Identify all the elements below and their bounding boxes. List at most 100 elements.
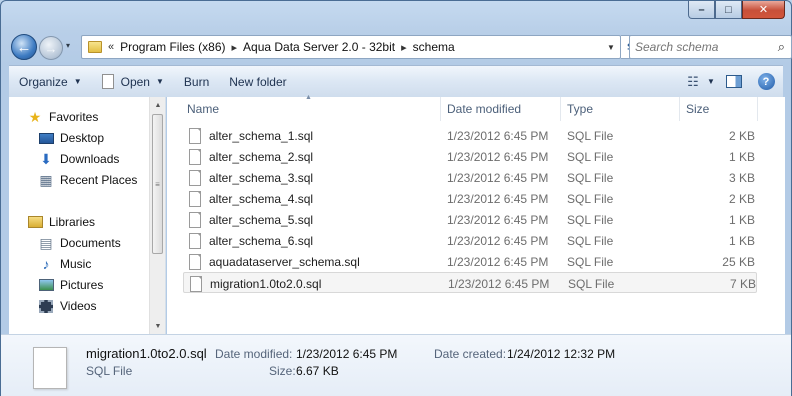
search-box[interactable]: ⌕ [629, 35, 792, 59]
forward-button[interactable]: → [39, 36, 63, 60]
file-name: migration1.0to2.0.sql [210, 276, 322, 291]
file-name: alter_schema_6.sql [209, 233, 314, 248]
file-size: 2 KB [728, 191, 755, 206]
organize-label: Organize [19, 74, 68, 89]
file-type: SQL File [568, 276, 615, 291]
pictures-icon [38, 277, 54, 293]
file-date: 1/23/2012 6:45 PM [447, 149, 549, 164]
new-folder-button[interactable]: New folder [219, 66, 296, 98]
desktop-icon [38, 130, 54, 146]
file-name-cell: alter_schema_6.sql [189, 230, 313, 251]
nav-downloads[interactable]: ⬇ Downloads [38, 149, 119, 169]
documents-icon: ▤ [39, 234, 53, 251]
breadcrumb-program-files[interactable]: Program Files (x86) [120, 40, 225, 54]
recent-places-icon: ▦ [39, 171, 53, 188]
music-icon: ♪ [42, 256, 50, 272]
help-icon[interactable]: ? [749, 66, 783, 98]
libraries-icon [27, 214, 43, 230]
file-row[interactable]: alter_schema_1.sql 1/23/2012 6:45 PM SQL F… [183, 125, 757, 146]
file-size: 1 KB [728, 149, 755, 164]
column-type[interactable]: Type [561, 97, 680, 121]
file-date: 1/23/2012 6:45 PM [447, 233, 549, 248]
nav-desktop[interactable]: Desktop [38, 128, 104, 148]
file-row[interactable]: alter_schema_4.sql 1/23/2012 6:45 PM SQL F… [183, 188, 757, 209]
file-row[interactable]: alter_schema_6.sql 1/23/2012 6:45 PM SQL F… [183, 230, 757, 251]
recent-pages-dropdown-icon[interactable]: ▾ [66, 41, 70, 50]
search-icon[interactable]: ⌕ [778, 39, 785, 55]
file-date: 1/23/2012 6:45 PM [447, 191, 549, 206]
nav-documents[interactable]: ▤ Documents [38, 233, 121, 253]
scroll-thumb[interactable]: ≡ [152, 114, 163, 254]
nav-videos[interactable]: Videos [38, 296, 96, 316]
burn-button[interactable]: Burn [174, 66, 219, 98]
caret-down-icon: ▼ [155, 77, 164, 86]
overflow-chevron-icon[interactable]: « [108, 41, 114, 53]
address-bar[interactable]: « Program Files (x86) ▸ Aqua Data Server… [81, 35, 621, 59]
nav-recent-places-label: Recent Places [60, 173, 138, 187]
details-modified-label: Date modified: [215, 347, 293, 361]
breadcrumb-aqua-data-server[interactable]: Aqua Data Server 2.0 - 32bit [243, 40, 395, 54]
breadcrumb-separator-icon[interactable]: ▸ [401, 41, 407, 54]
file-row[interactable]: alter_schema_2.sql 1/23/2012 6:45 PM SQL F… [183, 146, 757, 167]
file-size: 3 KB [728, 170, 755, 185]
file-type: SQL File [567, 149, 614, 164]
file-name-cell: alter_schema_3.sql [189, 167, 313, 188]
details-pane: migration1.0to2.0.sql SQL File Date modi… [1, 334, 791, 396]
file-date: 1/23/2012 6:45 PM [448, 276, 550, 291]
view-options-dropdown-icon[interactable]: ▼ [703, 77, 719, 86]
nav-pane-scrollbar[interactable]: ▲ ≡ ▼ [149, 97, 165, 334]
nav-pictures[interactable]: Pictures [38, 275, 103, 295]
scroll-up-icon[interactable]: ▲ [150, 97, 166, 113]
nav-libraries-label: Libraries [49, 215, 96, 229]
details-file-name: migration1.0to2.0.sql [86, 346, 207, 361]
file-size: 1 KB [728, 233, 755, 248]
nav-desktop-label: Desktop [60, 131, 105, 145]
command-bar: Organize ▼ Open ▼ Burn New folder ☷ ▼ ? [9, 65, 783, 97]
file-name-cell: alter_schema_1.sql [189, 125, 313, 146]
maximize-button[interactable]: □ [715, 1, 742, 19]
column-header: ▲ Name Date modified Type Size [167, 94, 785, 121]
nav-libraries[interactable]: Libraries [27, 212, 95, 232]
column-date-modified[interactable]: Date modified [441, 97, 561, 121]
file-name-cell: alter_schema_4.sql [189, 188, 313, 209]
change-view-icon[interactable]: ☷ [683, 66, 703, 98]
file-list: ▲ Name Date modified Type Size alter_sch… [167, 94, 785, 334]
file-name-cell: aquadataserver_schema.sql [189, 251, 360, 272]
file-size: 7 KB [729, 276, 756, 291]
file-type: SQL File [567, 212, 614, 227]
file-type: SQL File [567, 191, 614, 206]
minimize-button[interactable]: – [688, 1, 715, 19]
sql-file-icon [189, 232, 201, 249]
column-name[interactable]: Name [181, 97, 441, 121]
open-label: Open [120, 74, 150, 89]
back-button[interactable]: ← [11, 34, 37, 60]
nav-music[interactable]: ♪ Music [38, 254, 92, 274]
open-button[interactable]: Open ▼ [92, 66, 174, 98]
address-dropdown-icon[interactable]: ▼ [602, 36, 620, 58]
file-size: 1 KB [728, 212, 755, 227]
file-type: SQL File [567, 254, 614, 269]
file-type: SQL File [567, 170, 614, 185]
file-name-cell: alter_schema_2.sql [189, 146, 313, 167]
breadcrumb-schema[interactable]: schema [413, 40, 455, 54]
column-size[interactable]: Size [680, 97, 758, 121]
preview-pane-icon[interactable] [719, 66, 749, 98]
organize-button[interactable]: Organize ▼ [9, 66, 92, 98]
nav-videos-label: Videos [60, 299, 97, 313]
nav-downloads-label: Downloads [60, 152, 120, 166]
file-row[interactable]: migration1.0to2.0.sql 1/23/2012 6:45 PM SQ… [183, 272, 757, 293]
file-row[interactable]: alter_schema_5.sql 1/23/2012 6:45 PM SQL F… [183, 209, 757, 230]
file-row[interactable]: aquadataserver_schema.sql 1/23/2012 6:45 … [183, 251, 757, 272]
file-name: aquadataserver_schema.sql [209, 254, 360, 269]
sql-file-icon [189, 148, 201, 165]
breadcrumb-separator-icon[interactable]: ▸ [231, 41, 237, 54]
sql-file-icon [189, 190, 201, 207]
sql-file-icon [189, 211, 201, 228]
nav-documents-label: Documents [60, 236, 121, 250]
file-row[interactable]: alter_schema_3.sql 1/23/2012 6:45 PM SQL F… [183, 167, 757, 188]
close-button[interactable]: ✕ [742, 1, 785, 19]
scroll-down-icon[interactable]: ▼ [150, 318, 166, 334]
nav-favorites[interactable]: ★ Favorites [27, 107, 99, 127]
search-input[interactable] [635, 40, 775, 54]
nav-recent-places[interactable]: ▦ Recent Places [38, 170, 137, 190]
